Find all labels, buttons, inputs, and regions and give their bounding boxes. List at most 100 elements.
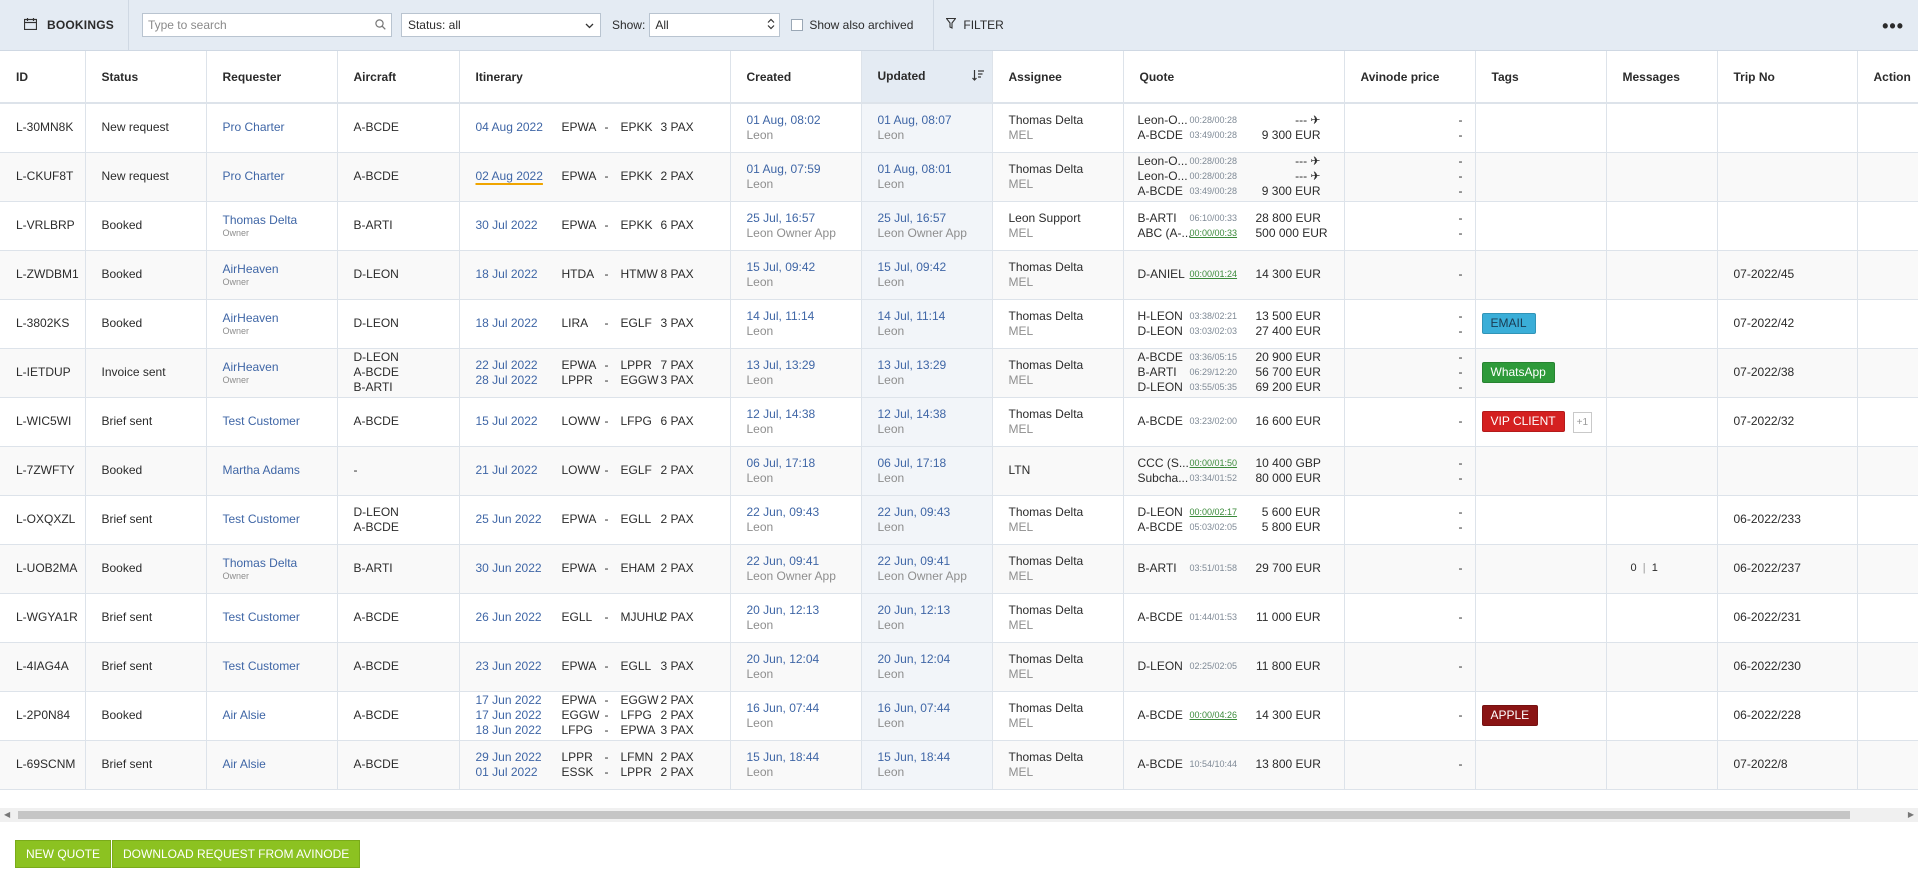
- leg-date[interactable]: 04 Aug 2022: [476, 120, 560, 135]
- quote-line[interactable]: Leon-O... 00:28/00:28 --- ✈: [1138, 154, 1344, 169]
- download-avinode-button[interactable]: DOWNLOAD REQUEST FROM AVINODE: [112, 840, 361, 868]
- new-quote-button[interactable]: NEW QUOTE: [15, 840, 111, 868]
- scroll-right-icon[interactable]: ▶: [1908, 810, 1914, 819]
- quote-line[interactable]: Leon-O... 00:28/00:28 --- ✈: [1138, 113, 1344, 128]
- tag-badge[interactable]: VIP CLIENT: [1481, 410, 1565, 432]
- leg-date[interactable]: 28 Jul 2022: [476, 373, 560, 388]
- leg-date[interactable]: 23 Jun 2022: [476, 659, 560, 674]
- requester-link[interactable]: Air Alsie: [223, 708, 337, 723]
- search-icon[interactable]: [375, 18, 386, 33]
- table-row[interactable]: L-OXQXZL Brief sent Test Customer D-LEON A-B…: [0, 495, 1918, 545]
- cell-action[interactable]: [1857, 103, 1918, 153]
- archived-toggle[interactable]: Show also archived: [791, 0, 935, 51]
- leg-date[interactable]: 18 Jul 2022: [476, 267, 560, 282]
- quote-line[interactable]: H-LEON 03:38/02:21 13 500 EUR: [1138, 309, 1344, 324]
- quote-line[interactable]: D-LEON 03:03/02:03 27 400 EUR: [1138, 324, 1344, 339]
- leg-date[interactable]: 25 Jun 2022: [476, 512, 560, 527]
- show-select[interactable]: All: [649, 13, 781, 37]
- scroll-left-icon[interactable]: ◀: [4, 810, 10, 819]
- scrollbar-thumb[interactable]: [18, 811, 1850, 819]
- quote-line[interactable]: A-BCDE 03:49/00:28 9 300 EUR: [1138, 184, 1344, 199]
- table-row[interactable]: L-UOB2MA Booked Thomas Delta Owner B-ARTI 30 …: [0, 544, 1918, 594]
- requester-link[interactable]: AirHeaven: [223, 262, 337, 277]
- leg-date[interactable]: 18 Jul 2022: [476, 316, 560, 331]
- cell-action[interactable]: [1857, 495, 1918, 545]
- requester-link[interactable]: Thomas Delta: [223, 556, 337, 571]
- quote-line[interactable]: D-LEON 03:55/05:35 69 200 EUR: [1138, 380, 1344, 395]
- column-header-assignee[interactable]: Assignee: [992, 51, 1124, 104]
- leg-date[interactable]: 30 Jul 2022: [476, 218, 560, 233]
- archived-checkbox[interactable]: [791, 19, 804, 31]
- column-header-trip-no[interactable]: Trip No: [1717, 51, 1858, 104]
- sort-descending-icon[interactable]: [971, 69, 984, 84]
- cell-action[interactable]: [1857, 348, 1918, 398]
- leg-date[interactable]: 21 Jul 2022: [476, 463, 560, 478]
- table-row[interactable]: L-3802KS Booked AirHeaven Owner D-LEON 18 Jul…: [0, 299, 1918, 349]
- quote-line[interactable]: A-BCDE 01:44/01:53 11 000 EUR: [1138, 610, 1344, 625]
- quote-line[interactable]: CCC (S... 00:00/01:50 10 400 GBP: [1138, 456, 1344, 471]
- quote-line[interactable]: D-LEON 00:00/02:17 5 600 EUR: [1138, 505, 1344, 520]
- column-header-itinerary[interactable]: Itinerary: [459, 51, 731, 104]
- cell-action[interactable]: [1857, 397, 1918, 447]
- search-box[interactable]: [141, 13, 392, 37]
- quote-line[interactable]: Leon-O... 00:28/00:28 --- ✈: [1138, 169, 1344, 184]
- leg-date[interactable]: 17 Jun 2022: [476, 708, 560, 723]
- table-row[interactable]: L-2P0N84 Booked Air Alsie A-BCDE 17 Jun 2022…: [0, 691, 1918, 741]
- column-header-action[interactable]: Action: [1857, 51, 1918, 104]
- requester-link[interactable]: Pro Charter: [223, 120, 337, 135]
- cell-action[interactable]: [1857, 544, 1918, 594]
- filter-button[interactable]: FILTER: [934, 0, 1004, 51]
- quote-line[interactable]: A-BCDE 03:49/00:28 9 300 EUR: [1138, 128, 1344, 143]
- cell-action[interactable]: [1857, 691, 1918, 741]
- column-header-avinode-price[interactable]: Avinode price: [1344, 51, 1476, 104]
- leg-date[interactable]: 18 Jun 2022: [476, 723, 560, 738]
- column-header-updated[interactable]: Updated: [861, 51, 993, 104]
- tag-badge[interactable]: APPLE: [1481, 705, 1539, 726]
- quote-line[interactable]: A-BCDE 00:00/04:26 14 300 EUR: [1138, 708, 1344, 723]
- quote-line[interactable]: D-ANIEL 00:00/01:24 14 300 EUR: [1138, 267, 1344, 282]
- tag-badge[interactable]: WhatsApp: [1481, 362, 1555, 383]
- column-header-requester[interactable]: Requester: [206, 51, 338, 104]
- column-header-aircraft[interactable]: Aircraft: [337, 51, 460, 104]
- horizontal-scrollbar[interactable]: ◀ ▶: [0, 808, 1918, 822]
- column-header-status[interactable]: Status: [85, 51, 207, 104]
- table-row[interactable]: L-69SCNM Brief sent Air Alsie A-BCDE 29 Jun …: [0, 740, 1918, 790]
- requester-link[interactable]: Test Customer: [223, 414, 337, 429]
- column-header-tags[interactable]: Tags: [1475, 51, 1607, 104]
- quote-line[interactable]: A-BCDE 05:03/02:05 5 800 EUR: [1138, 520, 1344, 535]
- table-row[interactable]: L-WGYA1R Brief sent Test Customer A-BCDE 26 …: [0, 593, 1918, 643]
- cell-action[interactable]: [1857, 740, 1918, 790]
- leg-date[interactable]: 15 Jul 2022: [476, 414, 560, 429]
- cell-action[interactable]: [1857, 446, 1918, 496]
- table-row[interactable]: L-VRLBRP Booked Thomas Delta Owner B-ARTI 30 …: [0, 201, 1918, 251]
- column-header-quote[interactable]: Quote: [1123, 51, 1345, 104]
- column-header-id[interactable]: ID: [0, 51, 86, 104]
- tag-more-badge[interactable]: +1: [1572, 411, 1593, 433]
- leg-date[interactable]: 01 Jul 2022: [476, 765, 560, 780]
- requester-link[interactable]: AirHeaven: [223, 360, 337, 375]
- table-row[interactable]: L-ZWDBM1 Booked AirHeaven Owner D-LEON 18 Jul…: [0, 250, 1918, 300]
- requester-link[interactable]: Test Customer: [223, 610, 337, 625]
- column-header-messages[interactable]: Messages: [1606, 51, 1718, 104]
- table-row[interactable]: L-IETDUP Invoice sent AirHeaven Owner D-LEON…: [0, 348, 1918, 398]
- more-menu-icon[interactable]: •••: [1882, 16, 1904, 37]
- status-select[interactable]: Status: all: [400, 13, 601, 37]
- table-row[interactable]: L-7ZWFTY Booked Martha Adams -21 Jul 2022 LO…: [0, 446, 1918, 496]
- leg-date[interactable]: 02 Aug 2022: [476, 169, 560, 184]
- cell-action[interactable]: [1857, 593, 1918, 643]
- requester-link[interactable]: AirHeaven: [223, 311, 337, 326]
- requester-link[interactable]: Martha Adams: [223, 463, 337, 478]
- requester-link[interactable]: Test Customer: [223, 512, 337, 527]
- leg-date[interactable]: 30 Jun 2022: [476, 561, 560, 576]
- leg-date[interactable]: 22 Jul 2022: [476, 358, 560, 373]
- table-row[interactable]: L-30MN8K New request Pro Charter A-BCDE 04 A…: [0, 103, 1918, 153]
- leg-date[interactable]: 26 Jun 2022: [476, 610, 560, 625]
- cell-action[interactable]: [1857, 201, 1918, 251]
- requester-link[interactable]: Pro Charter: [223, 169, 337, 184]
- leg-date[interactable]: 17 Jun 2022: [476, 693, 560, 708]
- requester-link[interactable]: Air Alsie: [223, 757, 337, 772]
- quote-line[interactable]: A-BCDE 03:23/02:00 16 600 EUR: [1138, 414, 1344, 429]
- search-input[interactable]: [147, 18, 375, 32]
- messages-count[interactable]: 1: [1652, 562, 1658, 574]
- requester-link[interactable]: Thomas Delta: [223, 213, 337, 228]
